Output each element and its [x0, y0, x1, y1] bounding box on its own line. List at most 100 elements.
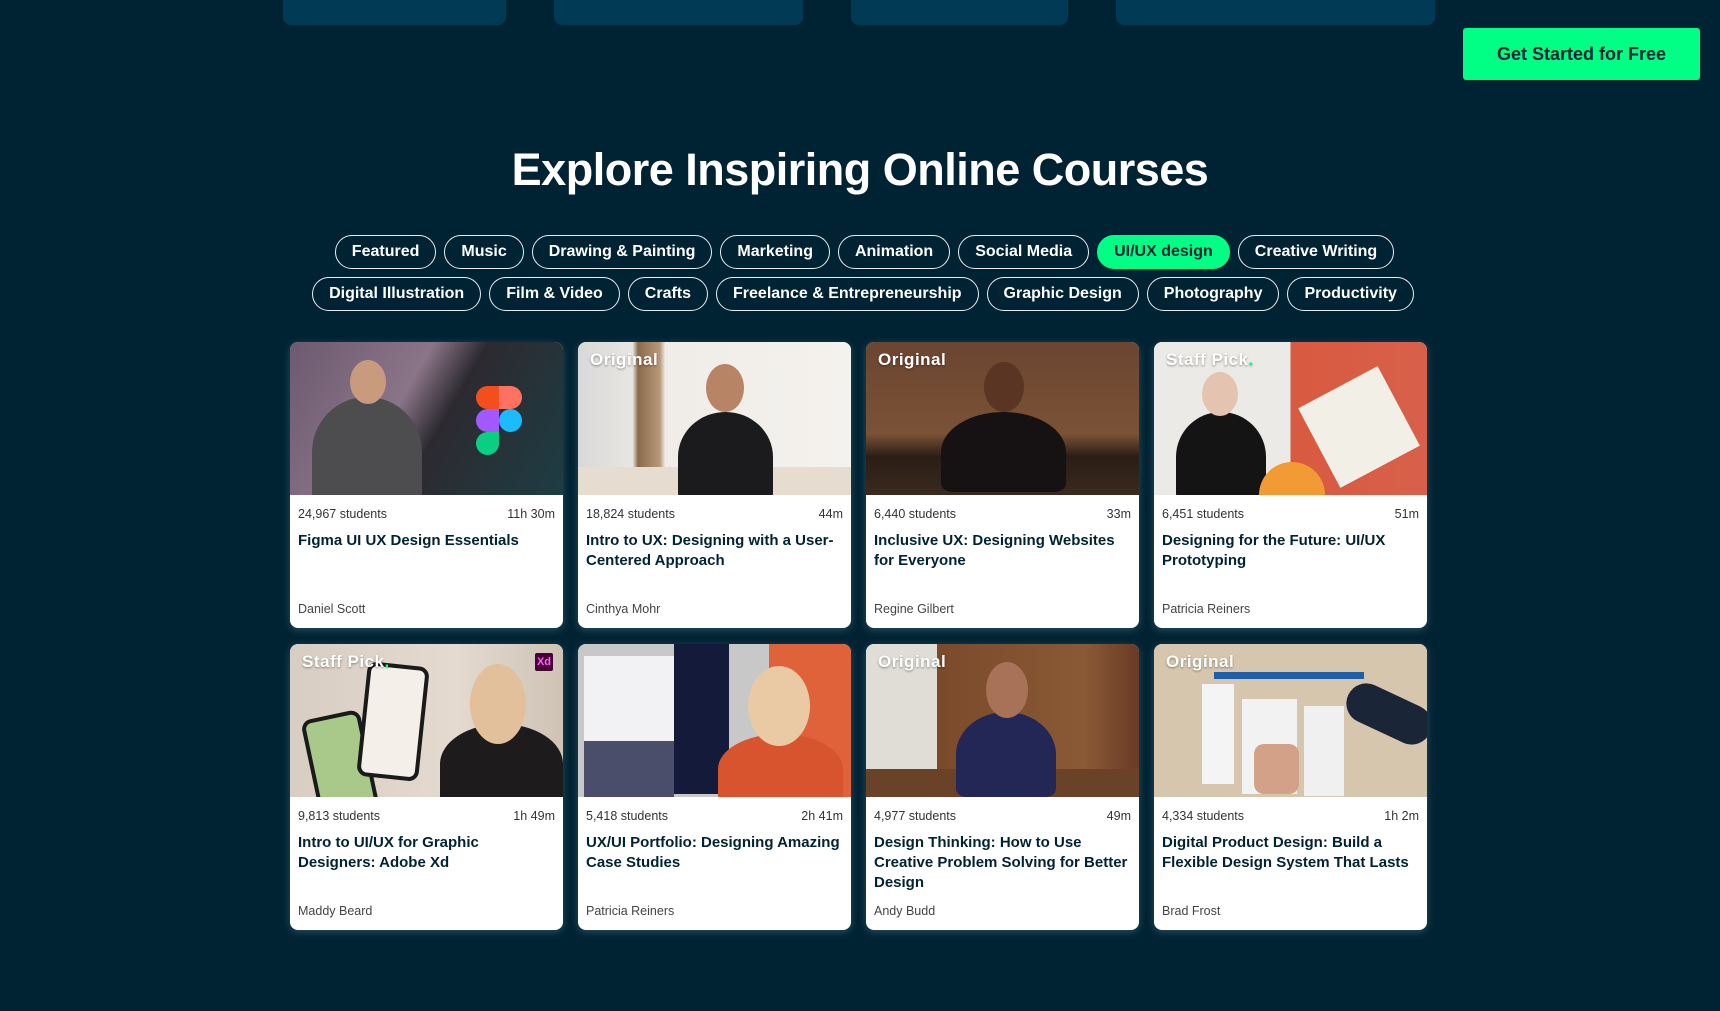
instructor-head [706, 364, 744, 412]
course-meta: 5,418 students 2h 41m [578, 797, 851, 823]
course-duration: 2h 41m [801, 809, 843, 823]
course-card[interactable]: Original 6,440 students 33m Inclusive UX… [866, 342, 1139, 628]
course-title[interactable]: Intro to UI/UX for Graphic Designers: Ad… [290, 823, 563, 889]
staff-pick-badge: Staff Pick. [302, 652, 390, 671]
course-meta: 9,813 students 1h 49m [290, 797, 563, 823]
instructor-head [984, 362, 1024, 412]
category-row-1: Featured Music Drawing & Painting Market… [0, 235, 1720, 269]
course-author[interactable]: Regine Gilbert [874, 602, 954, 616]
staff-pick-badge: Staff Pick. [1166, 350, 1254, 369]
student-count: 4,334 students [1162, 809, 1245, 823]
course-card[interactable]: 24,967 students 11h 30m Figma UI UX Desi… [290, 342, 563, 628]
course-card[interactable]: Staff Pick. 6,451 students 51m Designing… [1154, 342, 1427, 628]
hand-right [1339, 676, 1427, 752]
course-card[interactable]: Original 4,977 students 49m Design Think… [866, 644, 1139, 930]
instructor-figure [956, 712, 1056, 797]
category-productivity[interactable]: Productivity [1287, 277, 1414, 311]
portfolio-board [584, 656, 674, 741]
category-photography[interactable]: Photography [1146, 277, 1280, 311]
phone-mockup-2 [356, 661, 430, 782]
course-meta: 6,440 students 33m [866, 495, 1139, 521]
course-card[interactable]: 5,418 students 2h 41m UX/UI Portfolio: D… [578, 644, 851, 930]
course-duration: 44m [818, 507, 843, 521]
instructor-head [470, 664, 526, 744]
category-creative-writing[interactable]: Creative Writing [1237, 235, 1395, 269]
category-digital-illustration[interactable]: Digital Illustration [312, 277, 482, 311]
course-author[interactable]: Brad Frost [1162, 904, 1220, 918]
top-tile-2[interactable] [554, 0, 803, 25]
hand-left [1254, 744, 1299, 794]
course-author[interactable]: Daniel Scott [298, 602, 365, 616]
category-drawing-painting[interactable]: Drawing & Painting [531, 235, 713, 269]
category-marketing[interactable]: Marketing [720, 235, 830, 269]
course-title[interactable]: UX/UI Portfolio: Designing Amazing Case … [578, 823, 851, 889]
category-film-video[interactable]: Film & Video [489, 277, 620, 311]
course-thumbnail: Staff Pick. [1154, 342, 1427, 495]
student-count: 6,440 students [874, 507, 957, 521]
course-title[interactable]: Intro to UX: Designing with a User-Cente… [578, 521, 851, 587]
category-animation[interactable]: Animation [837, 235, 951, 269]
student-count: 4,977 students [874, 809, 957, 823]
course-duration: 1h 2m [1384, 809, 1419, 823]
top-tile-3[interactable] [851, 0, 1068, 25]
original-badge: Original [878, 652, 947, 671]
course-author[interactable]: Patricia Reiners [586, 904, 674, 918]
original-badge: Original [590, 350, 659, 369]
course-duration: 49m [1106, 809, 1131, 823]
orange-circle [1259, 462, 1325, 495]
original-badge: Original [1166, 652, 1235, 671]
course-duration: 33m [1106, 507, 1131, 521]
category-social-media[interactable]: Social Media [958, 235, 1090, 269]
student-count: 6,451 students [1162, 507, 1245, 521]
category-music[interactable]: Music [444, 235, 524, 269]
phone-photo [584, 741, 674, 797]
top-tile-1[interactable] [283, 0, 506, 25]
course-thumbnail: Original [578, 342, 851, 495]
category-ui-ux-design[interactable]: UI/UX design [1097, 235, 1230, 269]
course-thumbnail [290, 342, 563, 495]
course-author[interactable]: Patricia Reiners [1162, 602, 1250, 616]
get-started-button[interactable]: Get Started for Free [1463, 28, 1700, 80]
instructor-figure [678, 412, 773, 495]
course-card[interactable]: Xd Staff Pick. 9,813 students 1h 49m Int… [290, 644, 563, 930]
course-title[interactable]: Inclusive UX: Designing Websites for Eve… [866, 521, 1139, 587]
original-badge: Original [878, 350, 947, 369]
student-count: 24,967 students [298, 507, 387, 521]
course-meta: 4,334 students 1h 2m [1154, 797, 1427, 823]
paper-sheet-1 [1202, 684, 1234, 784]
course-duration: 11h 30m [507, 507, 555, 521]
course-thumbnail: Xd Staff Pick. [290, 644, 563, 797]
course-thumbnail: Original [866, 342, 1139, 495]
course-meta: 6,451 students 51m [1154, 495, 1427, 521]
course-title[interactable]: Digital Product Design: Build a Flexible… [1154, 823, 1427, 889]
course-card[interactable]: Original 18,824 students 44m Intro to UX… [578, 342, 851, 628]
student-count: 9,813 students [298, 809, 381, 823]
course-card[interactable]: Original 4,334 students 1h 2m Digital Pr… [1154, 644, 1427, 930]
course-duration: 1h 49m [513, 809, 555, 823]
instructor-figure [941, 412, 1066, 492]
course-thumbnail: Original [1154, 644, 1427, 797]
category-featured[interactable]: Featured [334, 235, 437, 269]
course-title[interactable]: Figma UI UX Design Essentials [290, 521, 563, 587]
course-author[interactable]: Maddy Beard [298, 904, 372, 918]
category-crafts[interactable]: Crafts [627, 277, 709, 311]
prototype-sheet [1298, 366, 1420, 488]
instructor-figure [312, 397, 422, 495]
course-title[interactable]: Design Thinking: How to Use Creative Pro… [866, 823, 1139, 891]
course-author[interactable]: Cinthya Mohr [586, 602, 660, 616]
course-thumbnail: Original [866, 644, 1139, 797]
course-author[interactable]: Andy Budd [874, 904, 935, 918]
course-meta: 24,967 students 11h 30m [290, 495, 563, 521]
course-title[interactable]: Designing for the Future: UI/UX Prototyp… [1154, 521, 1427, 587]
category-graphic-design[interactable]: Graphic Design [986, 277, 1139, 311]
top-tile-4[interactable] [1116, 0, 1435, 25]
course-duration: 51m [1394, 507, 1419, 521]
adobe-xd-icon: Xd [535, 653, 553, 671]
course-thumbnail [578, 644, 851, 797]
instructor-head [986, 662, 1028, 718]
instructor-figure [1176, 412, 1266, 495]
instructor-head [1202, 372, 1238, 416]
category-freelance-entrepreneurship[interactable]: Freelance & Entrepreneurship [716, 277, 979, 311]
section-heading: Explore Inspiring Online Courses [511, 144, 1209, 195]
course-meta: 4,977 students 49m [866, 797, 1139, 823]
